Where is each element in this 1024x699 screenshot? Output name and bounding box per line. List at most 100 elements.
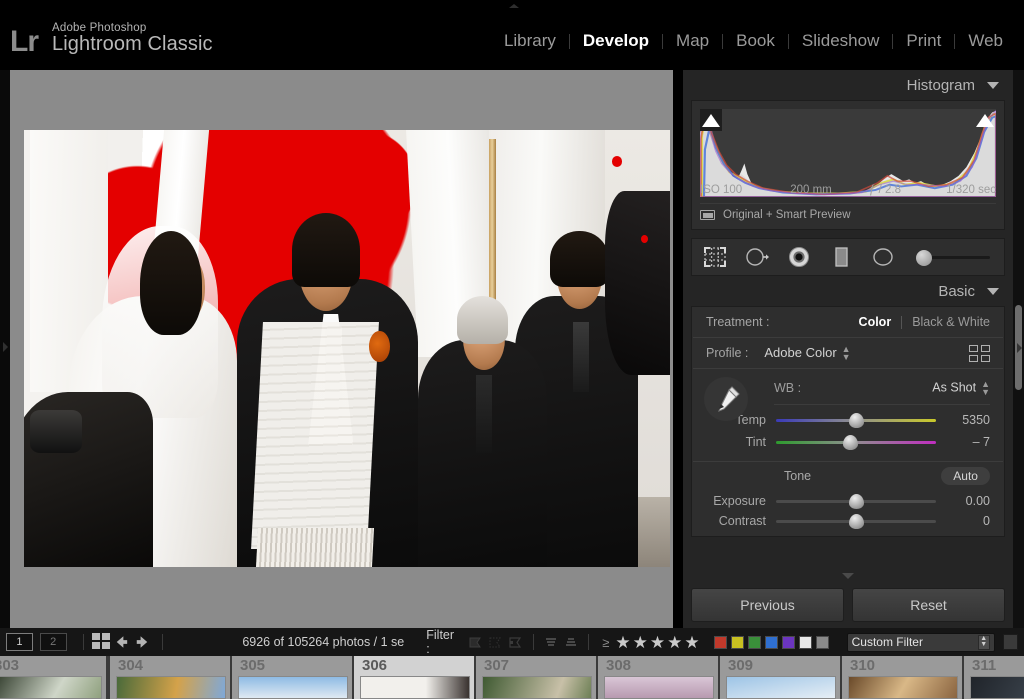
graduated-filter-tool[interactable] xyxy=(828,244,854,270)
capture-metadata[interactable]: ISO 100 200 mm ƒ / 2.8 1/320 sec xyxy=(700,181,996,199)
list-item[interactable]: 310 xyxy=(842,656,964,699)
filmstrip-thumbnail[interactable] xyxy=(116,676,226,699)
sort-descending-icon[interactable] xyxy=(563,635,579,649)
filmstrip-thumbnail[interactable] xyxy=(482,676,592,699)
module-develop[interactable]: Develop xyxy=(570,31,662,51)
star-3-icon[interactable]: ★ xyxy=(650,634,665,651)
list-item[interactable]: 308 xyxy=(598,656,720,699)
reset-button[interactable]: Reset xyxy=(852,588,1005,622)
filmstrip-thumbnail[interactable] xyxy=(360,676,470,699)
chevron-down-icon[interactable] xyxy=(987,81,999,89)
contrast-value[interactable]: 0 xyxy=(946,514,990,528)
color-label-red[interactable] xyxy=(713,635,727,649)
wb-value[interactable]: As Shot ▲ ▼ xyxy=(932,380,990,397)
rating-filter[interactable]: ≥ ★ ★ ★ ★ ★ xyxy=(602,634,699,651)
color-label-yellow[interactable] xyxy=(730,635,744,649)
list-item[interactable]: 307 xyxy=(476,656,598,699)
loupe-photo[interactable] xyxy=(24,130,670,567)
slider-handle[interactable] xyxy=(916,250,932,266)
highlight-clipping-indicator[interactable] xyxy=(974,109,996,131)
flag-unflagged-icon[interactable] xyxy=(487,634,504,651)
slider-handle[interactable] xyxy=(849,413,864,428)
filmstrip-thumbnail[interactable] xyxy=(604,676,714,699)
auto-tone-button[interactable]: Auto xyxy=(941,467,990,485)
filter-lock-button[interactable] xyxy=(1002,634,1018,650)
identity-plate[interactable]: Lr Adobe Photoshop Lightroom Classic xyxy=(10,22,213,57)
divider xyxy=(82,634,84,650)
slider-handle[interactable] xyxy=(849,514,864,529)
profile-browser-icon[interactable] xyxy=(969,344,990,362)
module-library[interactable]: Library xyxy=(491,31,569,51)
temp-slider[interactable] xyxy=(776,411,936,429)
histogram-panel-header[interactable]: Histogram xyxy=(683,70,1013,100)
exposure-value[interactable]: 0.00 xyxy=(946,494,990,508)
chevron-down-icon[interactable] xyxy=(987,287,999,295)
color-label-gray[interactable] xyxy=(815,635,829,649)
main-window-button[interactable]: 1 xyxy=(6,633,33,651)
tool-size-slider[interactable] xyxy=(912,244,994,270)
star-1-icon[interactable]: ★ xyxy=(615,634,630,651)
list-item[interactable]: 305 xyxy=(232,656,354,699)
module-print[interactable]: Print xyxy=(893,31,954,51)
spot-removal-tool[interactable] xyxy=(744,244,770,270)
color-label-purple[interactable] xyxy=(781,635,795,649)
stepper-icon[interactable]: ▲ ▼ xyxy=(981,380,990,397)
filmstrip-thumbnail[interactable] xyxy=(0,676,102,699)
second-window-button[interactable]: 2 xyxy=(39,633,67,651)
basic-panel-header[interactable]: Basic xyxy=(683,276,1013,306)
filmstrip-thumbnail[interactable] xyxy=(848,676,958,699)
slider-handle[interactable] xyxy=(842,435,858,450)
filmstrip-thumbnail[interactable] xyxy=(970,676,1024,699)
contrast-slider[interactable] xyxy=(776,512,936,530)
list-item[interactable]: 304 xyxy=(110,656,232,699)
tint-value[interactable]: – 7 xyxy=(946,435,990,449)
sort-ascending-icon[interactable] xyxy=(543,635,559,649)
star-5-icon[interactable]: ★ xyxy=(684,634,699,651)
color-label-blue[interactable] xyxy=(764,635,778,649)
white-balance-selector-icon[interactable] xyxy=(704,377,748,421)
rating-operator[interactable]: ≥ xyxy=(602,635,609,650)
grid-view-icon[interactable] xyxy=(92,633,111,651)
histogram-title: Histogram xyxy=(906,76,975,94)
module-book[interactable]: Book xyxy=(723,31,788,51)
treatment-bw-option[interactable]: Black & White xyxy=(912,315,990,329)
module-web[interactable]: Web xyxy=(955,31,1016,51)
profile-value[interactable]: Adobe Color ▲ ▼ xyxy=(764,345,850,362)
filmstrip-thumbnail[interactable] xyxy=(726,676,836,699)
filmstrip-thumbnail[interactable] xyxy=(238,676,348,699)
radial-filter-tool[interactable] xyxy=(870,244,896,270)
color-label-white[interactable] xyxy=(798,635,812,649)
top-panel-collapse-toggle[interactable] xyxy=(505,2,523,10)
star-2-icon[interactable]: ★ xyxy=(633,634,648,651)
slider-handle[interactable] xyxy=(849,494,864,509)
module-slideshow[interactable]: Slideshow xyxy=(789,31,893,51)
list-item[interactable]: 303 xyxy=(0,656,108,699)
treatment-color-option[interactable]: Color xyxy=(859,315,892,329)
previous-button[interactable]: Previous xyxy=(691,588,844,622)
previous-photo-arrow-icon[interactable] xyxy=(111,633,132,651)
module-map[interactable]: Map xyxy=(663,31,722,51)
next-photo-arrow-icon[interactable] xyxy=(132,633,153,651)
smart-preview-status[interactable]: Original + Smart Preview xyxy=(700,203,996,223)
list-item[interactable]: 309 xyxy=(720,656,842,699)
crop-overlay-tool[interactable] xyxy=(702,244,728,270)
custom-filter-dropdown[interactable]: Custom Filter ▲ ▼ xyxy=(846,632,995,652)
flag-picked-icon[interactable] xyxy=(467,634,484,651)
temp-value[interactable]: 5350 xyxy=(946,413,990,427)
flag-rejected-icon[interactable] xyxy=(507,634,524,651)
star-4-icon[interactable]: ★ xyxy=(667,634,682,651)
tint-slider[interactable] xyxy=(776,433,936,451)
left-panel-collapse-toggle[interactable] xyxy=(0,70,10,628)
right-panel-collapse-toggle[interactable] xyxy=(1016,338,1024,358)
stepper-icon[interactable]: ▲ ▼ xyxy=(977,634,990,650)
list-item[interactable]: 311 xyxy=(964,656,1024,699)
histogram-panel[interactable]: ISO 100 200 mm ƒ / 2.8 1/320 sec Origina… xyxy=(691,100,1005,230)
list-item[interactable]: 306 xyxy=(354,656,476,699)
panel-end-marker[interactable] xyxy=(683,572,1013,582)
shadow-clipping-indicator[interactable] xyxy=(700,109,722,131)
image-canvas[interactable] xyxy=(10,70,673,628)
red-eye-correction-tool[interactable] xyxy=(786,244,812,270)
stepper-icon[interactable]: ▲ ▼ xyxy=(842,345,851,362)
exposure-slider[interactable] xyxy=(776,492,936,510)
color-label-green[interactable] xyxy=(747,635,761,649)
